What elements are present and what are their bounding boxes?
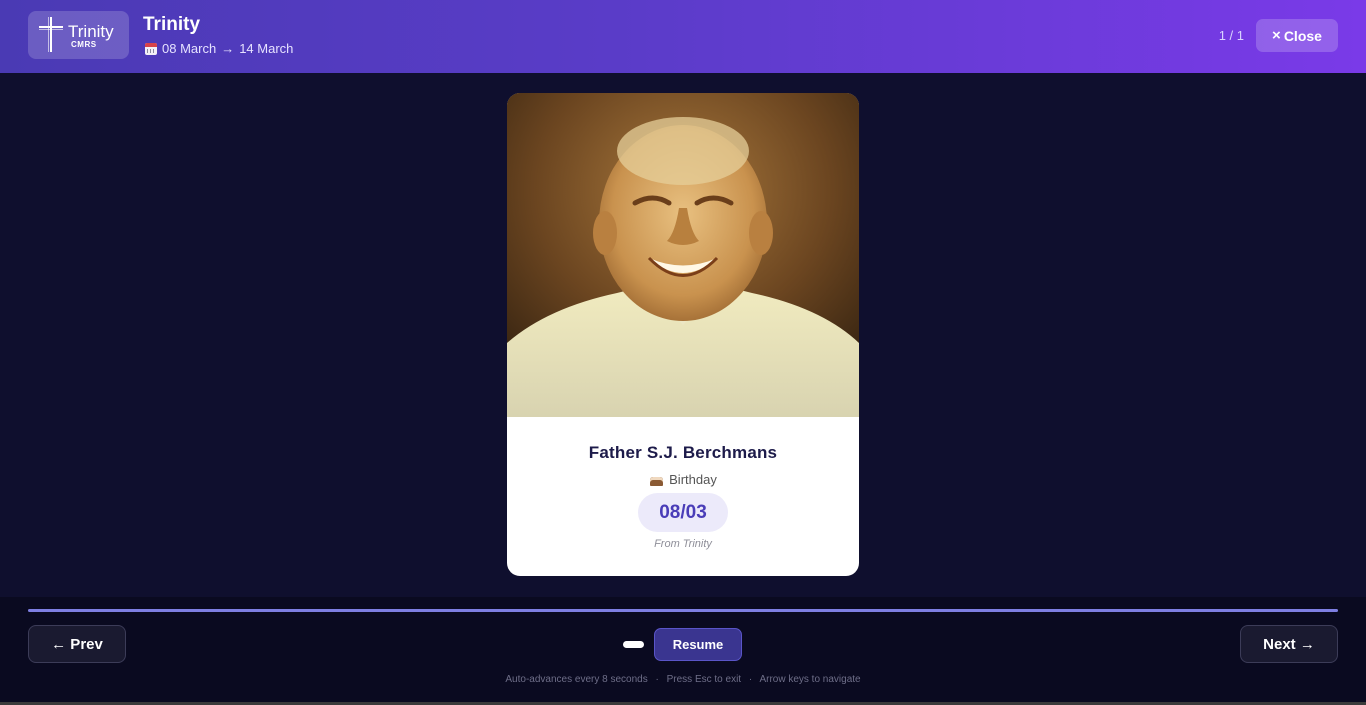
progress-fill bbox=[28, 609, 1338, 612]
close-button[interactable]: × Close bbox=[1256, 19, 1338, 52]
hint-escape: Press Esc to exit bbox=[666, 674, 742, 685]
header-bar: Trinity CMRS Trinity 08 March → 14 March… bbox=[0, 0, 1366, 73]
next-button[interactable]: Next → bbox=[1240, 625, 1338, 663]
calendar-icon bbox=[145, 43, 157, 55]
close-icon: × bbox=[1272, 27, 1281, 44]
progress-bar bbox=[28, 609, 1338, 612]
person-photo bbox=[507, 93, 859, 417]
close-label: Close bbox=[1283, 27, 1322, 44]
keyboard-hint: Auto-advances every 8 seconds · Press Es… bbox=[0, 674, 1366, 686]
date-range: 08 March → 14 March bbox=[145, 42, 293, 56]
hint-auto-advance: Auto-advances every 8 seconds bbox=[505, 674, 648, 685]
celebration-card: Father S.J. Berchmans Birthday 08/03 Fro… bbox=[507, 93, 859, 576]
logo-subtitle: CMRS bbox=[71, 40, 97, 49]
resume-button[interactable]: Resume bbox=[654, 628, 742, 661]
date-start: 08 March bbox=[162, 41, 217, 56]
hint-separator: · bbox=[748, 674, 753, 685]
hint-arrow-keys: Arrow keys to navigate bbox=[759, 674, 861, 685]
arrow-right-icon: → bbox=[221, 41, 235, 56]
slide-counter: 1 / 1 bbox=[1218, 28, 1244, 43]
footer-bar: ← Prev Resume Next → Auto-advances every… bbox=[0, 597, 1366, 705]
hint-separator: · bbox=[655, 674, 659, 685]
from-label: From Trinity bbox=[654, 538, 712, 550]
occasion: Birthday bbox=[507, 472, 859, 487]
cake-icon bbox=[649, 474, 664, 486]
event-date-badge: 08/03 bbox=[638, 493, 728, 532]
person-name: Father S.J. Berchmans bbox=[588, 443, 778, 462]
slide-indicator-dot[interactable] bbox=[623, 641, 644, 648]
app-logo: Trinity CMRS bbox=[28, 11, 129, 59]
cross-icon bbox=[39, 17, 63, 52]
date-end: 14 March bbox=[239, 41, 294, 56]
occasion-label: Birthday bbox=[669, 472, 717, 487]
app-title: Trinity bbox=[143, 14, 201, 35]
prev-button[interactable]: ← Prev bbox=[28, 625, 126, 663]
logo-wordmark: Trinity bbox=[68, 22, 114, 41]
